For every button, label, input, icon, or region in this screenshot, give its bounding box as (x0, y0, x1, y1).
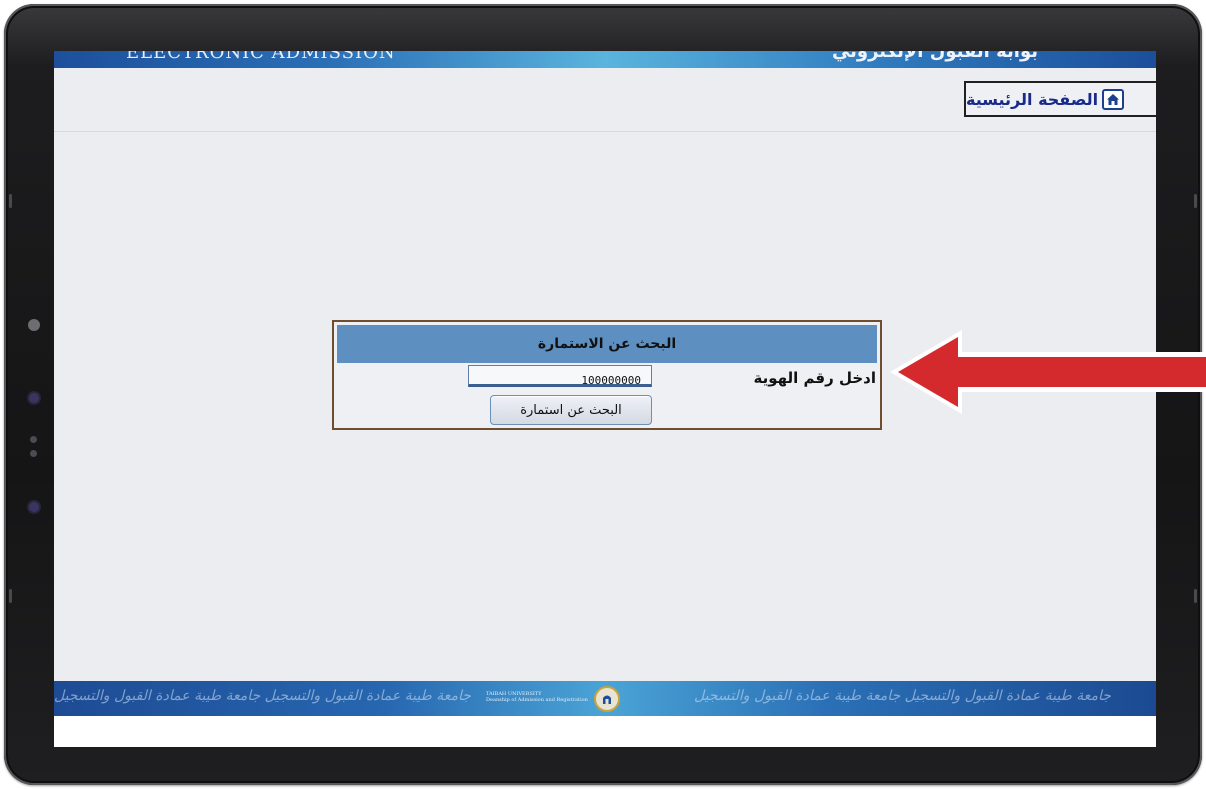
divider (54, 131, 1156, 132)
id-number-label: ادخل رقم الهوية (753, 369, 876, 387)
side-button (9, 589, 12, 603)
university-logo-icon (594, 686, 620, 712)
footer-banner: جامعة طيبة عمادة القبول والتسجيل جامعة ط… (54, 681, 1156, 716)
banner-title-ar: بوابة القبول الإلكتروني (831, 51, 1038, 62)
camera-lens (28, 319, 40, 331)
page-bottom (54, 716, 1156, 747)
home-link-label: الصفحة الرئيسية (966, 89, 1099, 109)
home-link[interactable]: الصفحة الرئيسية (964, 81, 1156, 117)
banner-title-en: ELECTRONIC ADMISSION (126, 51, 396, 63)
sensor-dot (29, 393, 39, 403)
header-banner: ELECTRONIC ADMISSION بوابة القبول الإلكت… (54, 51, 1156, 68)
sensor-dot (29, 502, 39, 512)
side-button (9, 194, 12, 208)
id-number-input[interactable]: 100000000 (468, 365, 652, 387)
sensor-dot (30, 436, 37, 443)
logo-text-line: Deanship of Admission and Registration (486, 697, 588, 703)
home-icon (1102, 88, 1125, 110)
side-button (1194, 194, 1197, 208)
footer-calligraphy: جامعة طيبة عمادة القبول والتسجيل جامعة ط… (694, 688, 1111, 704)
panel-title: البحث عن الاستمارة (337, 325, 877, 363)
footer-calligraphy: جامعة طيبة عمادة القبول والتسجيل جامعة ط… (54, 688, 471, 704)
sensor-dot (30, 450, 37, 457)
search-form-button[interactable]: البحث عن استمارة (490, 395, 652, 425)
side-button (1194, 589, 1197, 603)
search-form-panel: البحث عن الاستمارة ادخل رقم الهوية 10000… (332, 320, 882, 430)
university-logo-text: TAIBAH UNIVERSITY Deanship of Admission … (486, 691, 588, 703)
arrow-left-icon (890, 330, 1206, 414)
